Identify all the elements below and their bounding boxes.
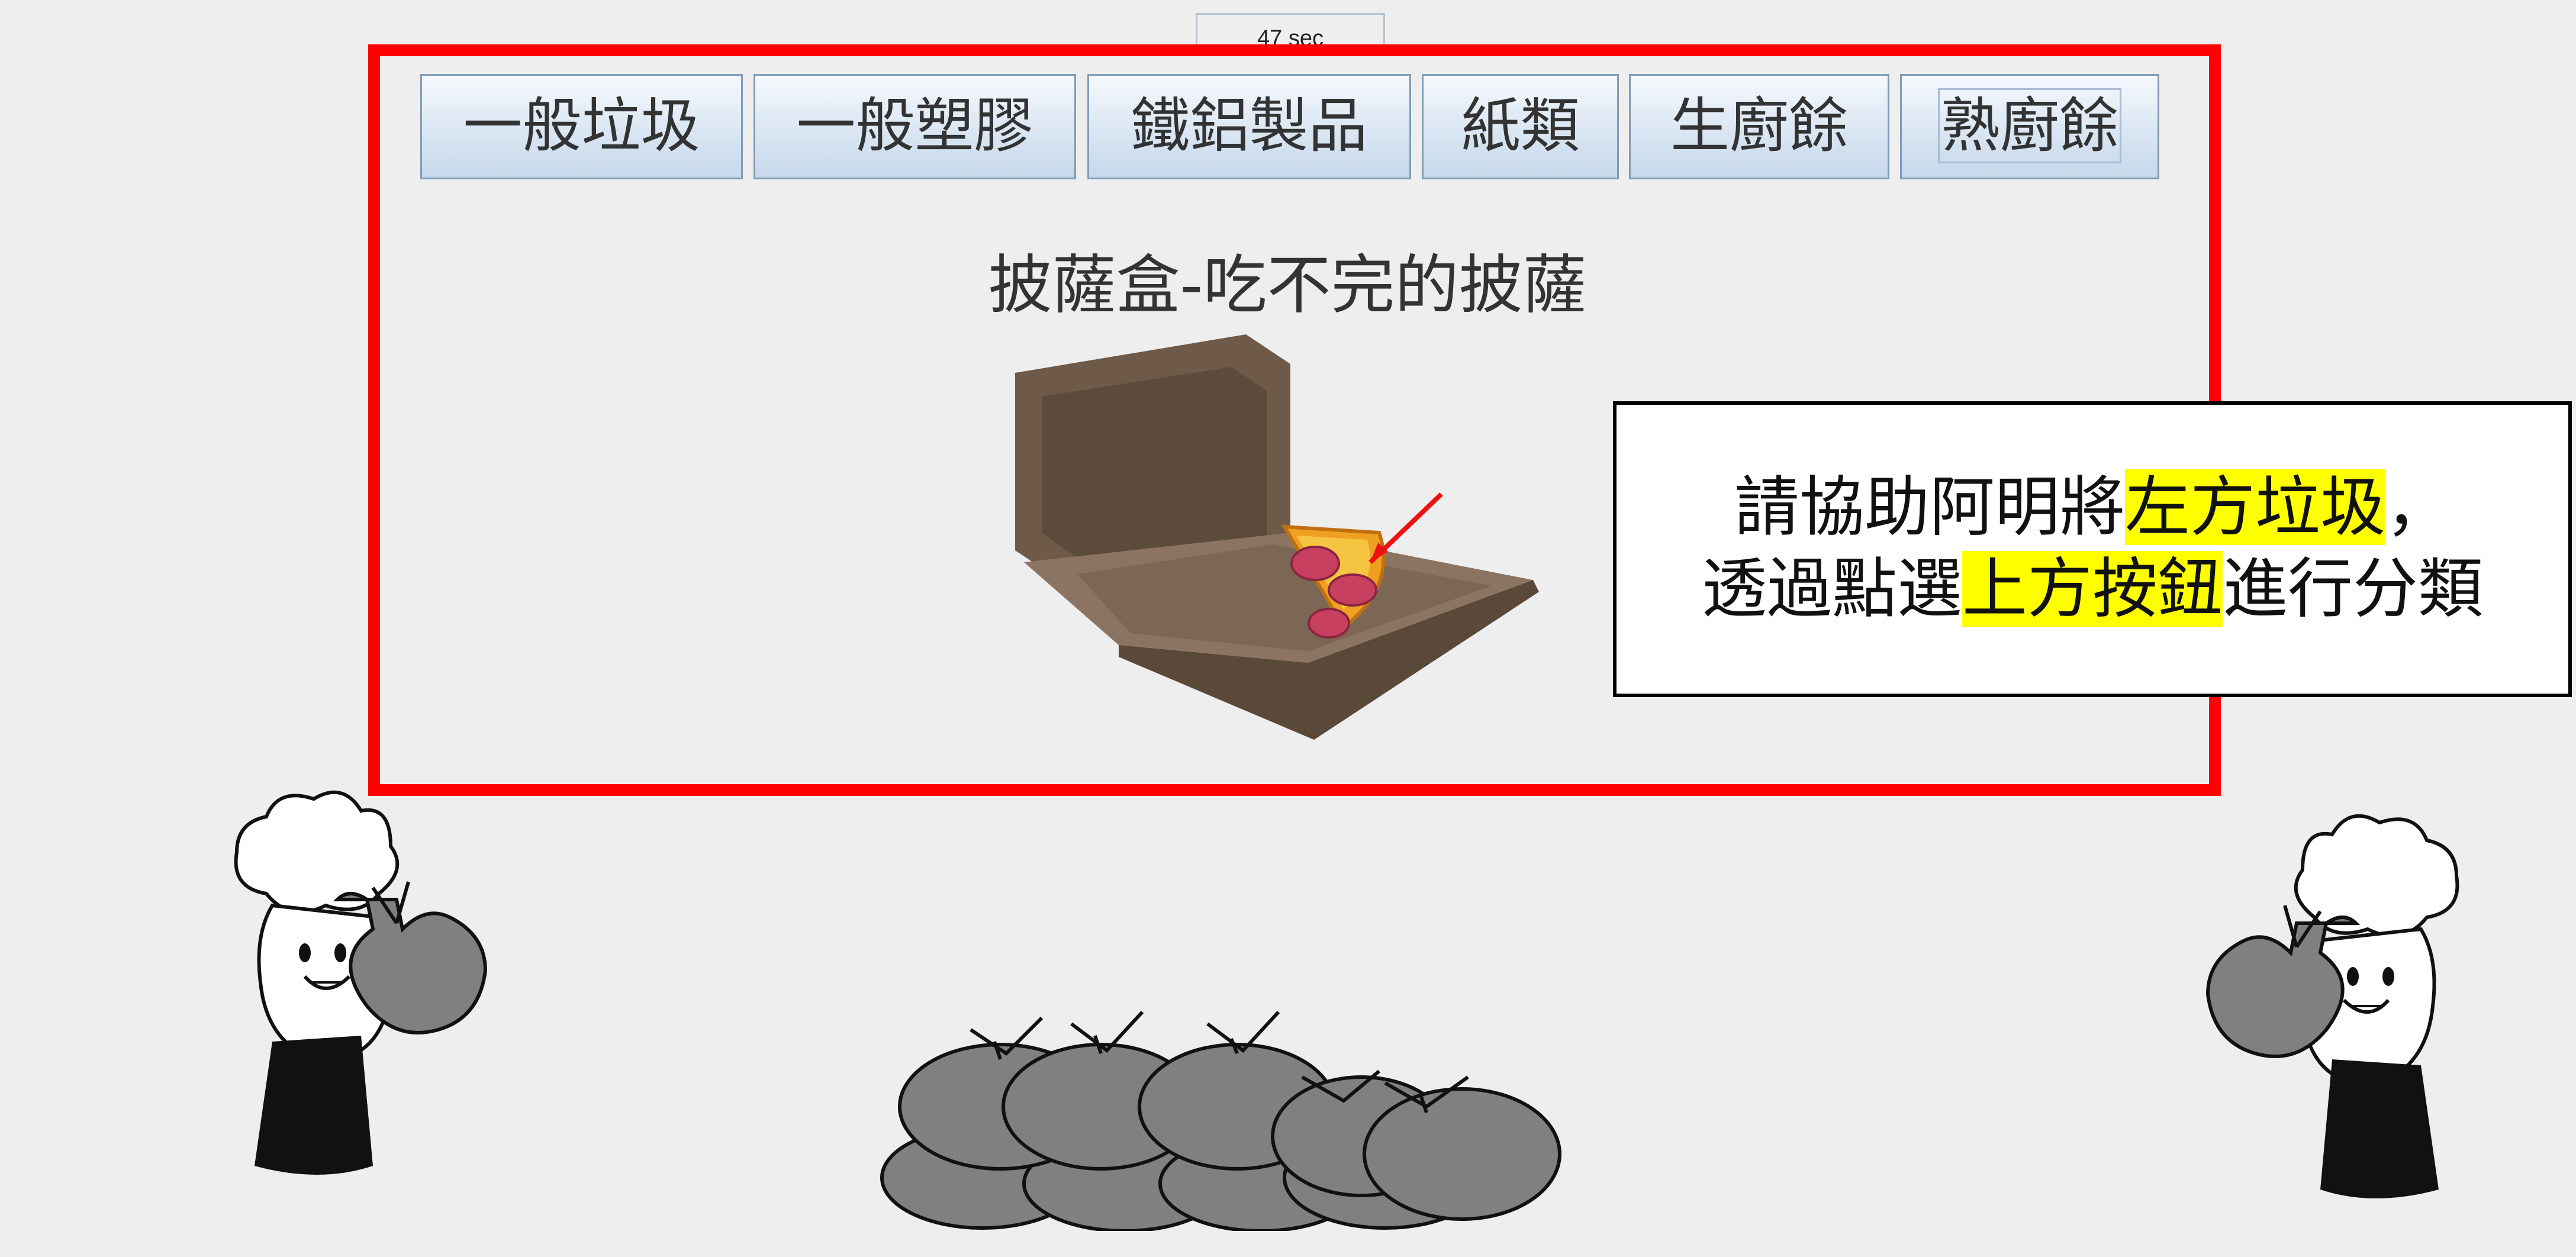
category-button-paper[interactable]: 紙類: [1422, 74, 1619, 179]
category-button-general-plastic[interactable]: 一般塑膠: [754, 74, 1076, 179]
category-label: 一般塑膠: [796, 91, 1033, 160]
category-label: 鐵鋁製品: [1131, 91, 1368, 160]
garbage-bags-icon: [876, 994, 1586, 1233]
category-button-metal[interactable]: 鐵鋁製品: [1087, 74, 1411, 179]
category-label: 一般垃圾: [463, 91, 700, 160]
category-button-raw-food-waste[interactable]: 生廚餘: [1629, 74, 1889, 179]
category-button-cooked-food-waste[interactable]: 熟廚餘: [1900, 74, 2159, 179]
instruction-line-1: 請協助阿明將左方垃圾，: [1617, 466, 2568, 548]
instruction-highlight: 左方垃圾: [2125, 469, 2385, 545]
category-label: 生廚餘: [1670, 91, 1848, 160]
chef-mascot-icon: [2172, 805, 2492, 1257]
pizza-box-icon: [1012, 331, 1545, 748]
instruction-text: 透過點選: [1702, 551, 1962, 627]
instruction-text: 進行分類: [2223, 551, 2483, 627]
instruction-line-2: 透過點選上方按鈕進行分類: [1617, 548, 2568, 630]
instruction-text: 請協助阿明將: [1734, 469, 2125, 545]
category-label: 熟廚餘: [1938, 88, 2121, 163]
instruction-highlight: 上方按鈕: [1962, 551, 2223, 627]
instruction-box: 請協助阿明將左方垃圾， 透過點選上方按鈕進行分類: [1613, 401, 2572, 697]
instruction-text: ，: [2385, 469, 2451, 545]
category-label: 紙類: [1461, 91, 1580, 160]
item-title: 披薩盒-吃不完的披薩: [988, 249, 1587, 323]
chef-mascot-icon: [201, 781, 521, 1233]
category-button-general-waste[interactable]: 一般垃圾: [420, 74, 743, 179]
